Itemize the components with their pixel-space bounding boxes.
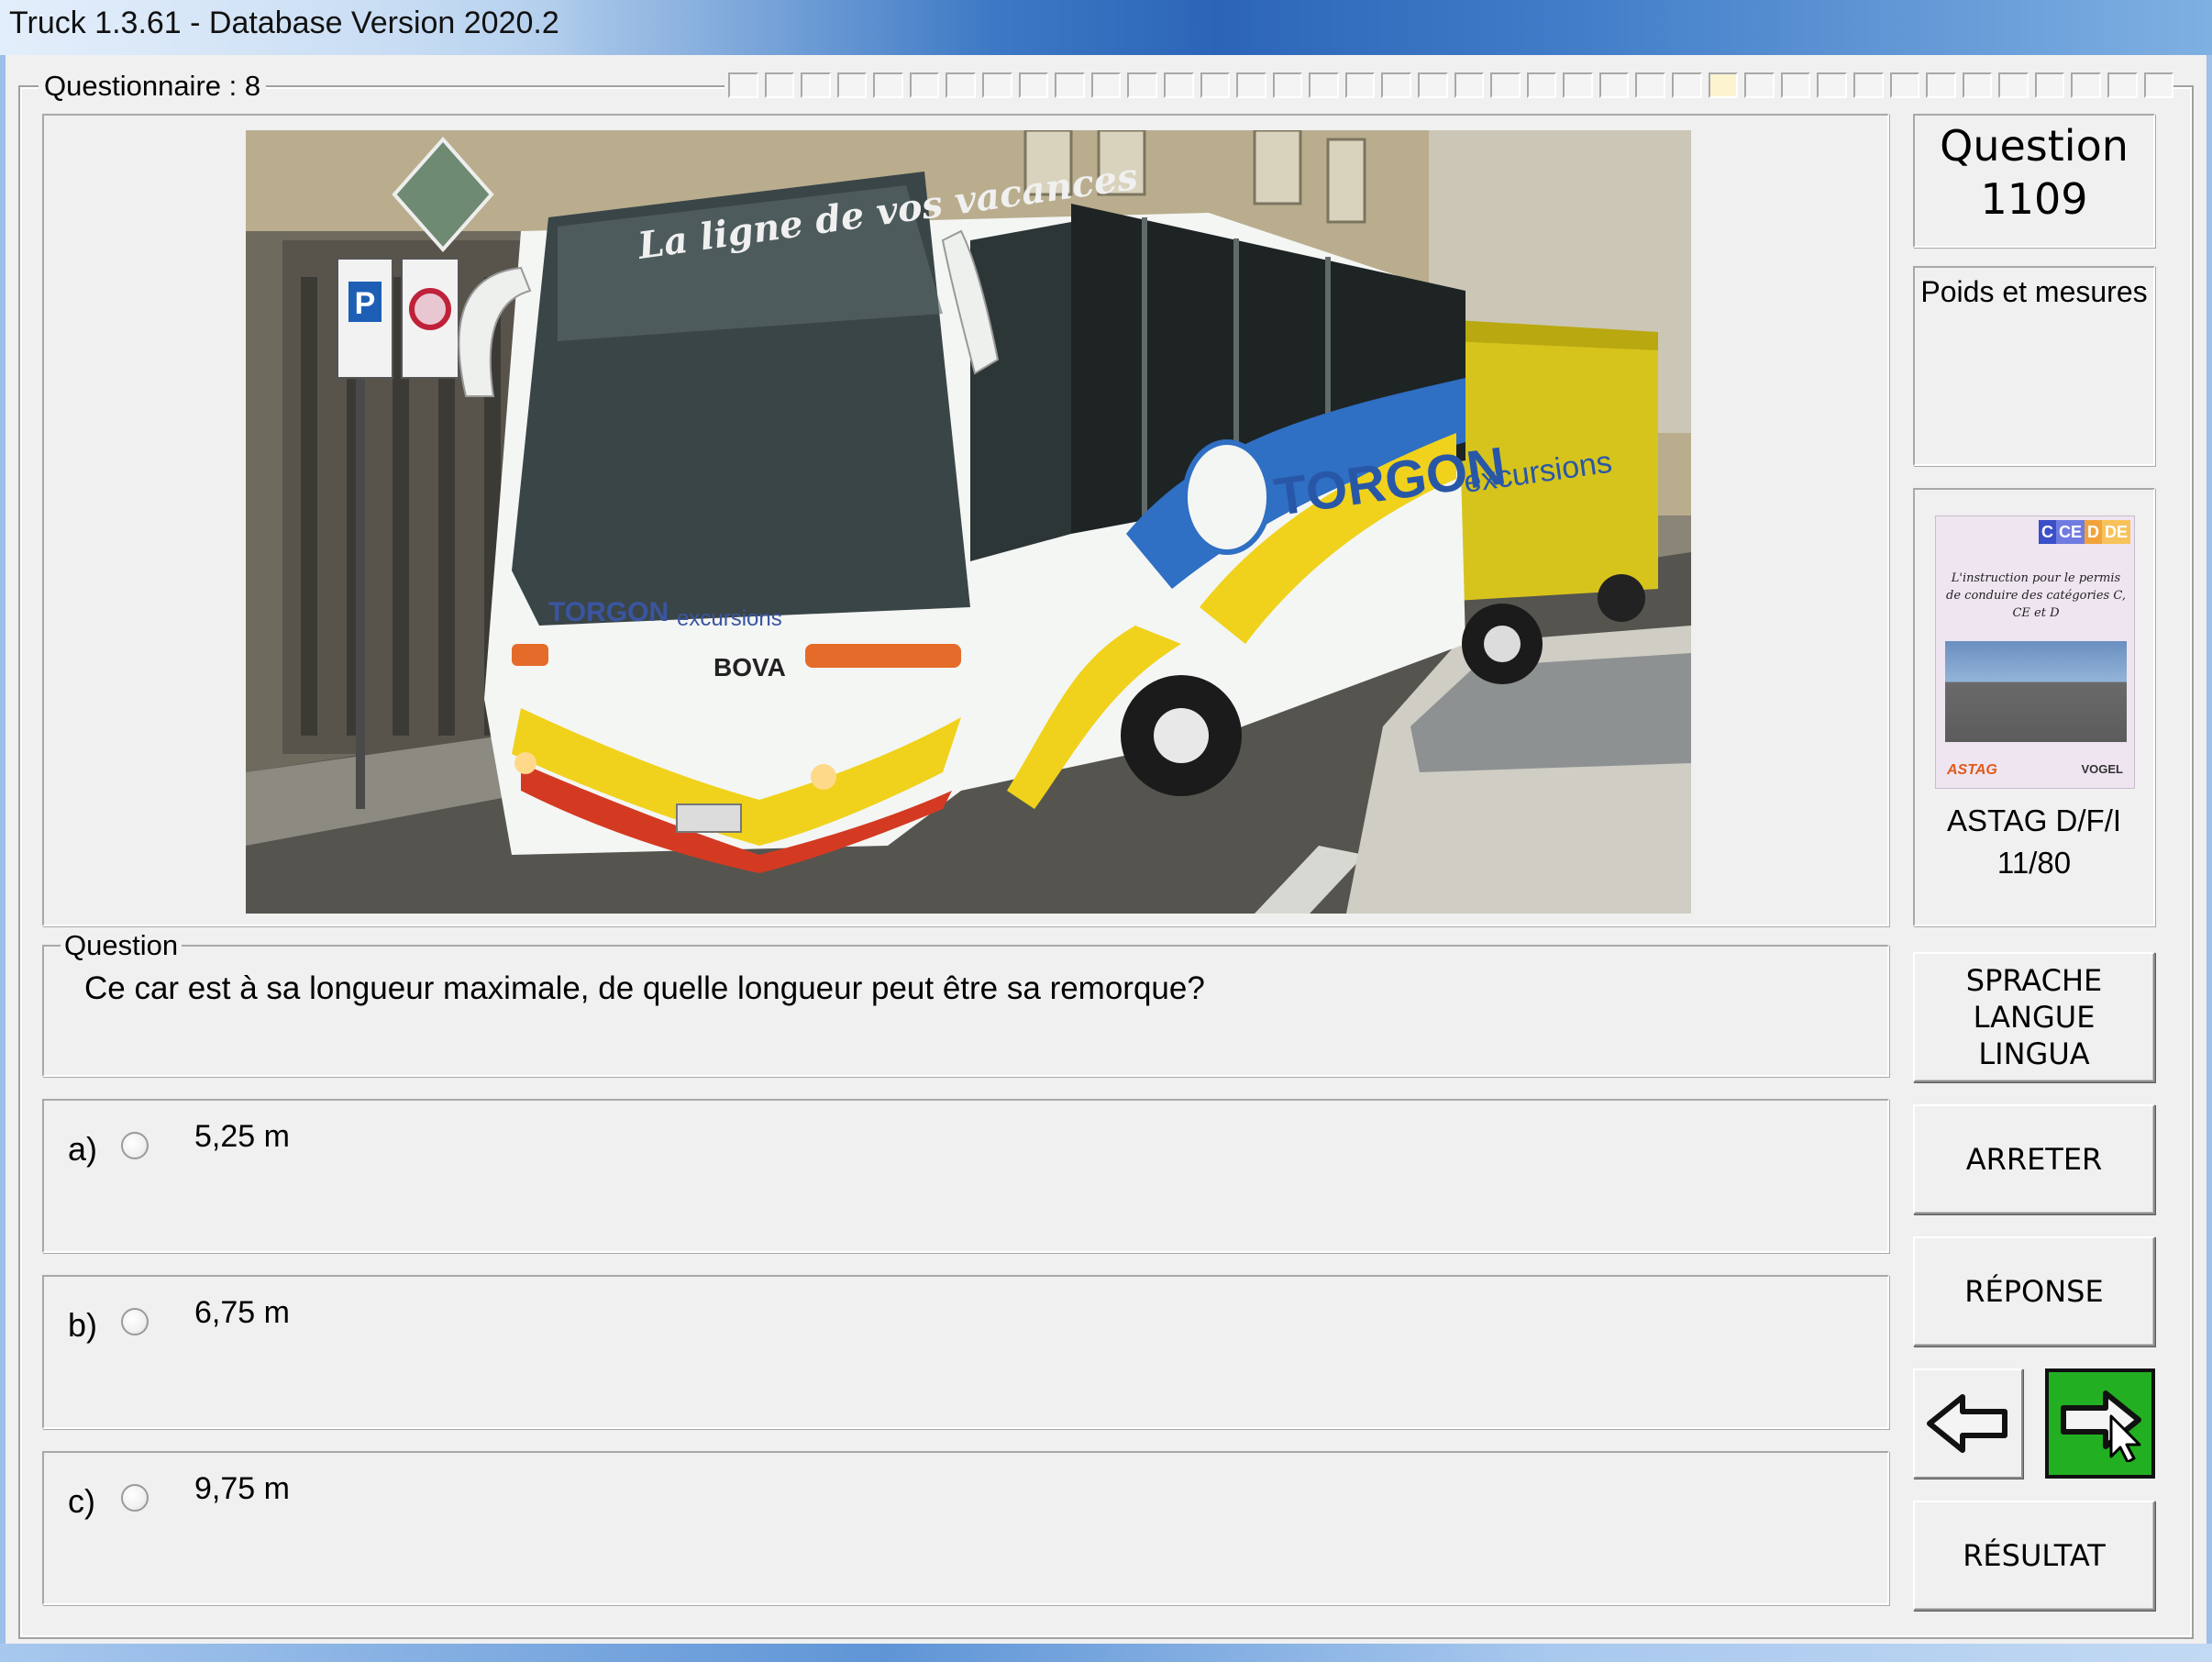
progress-cell [2107, 72, 2138, 98]
book-category-badge: D [2084, 520, 2102, 544]
progress-cell [1163, 72, 1194, 98]
book-caption: ASTAG D/F/I [1946, 803, 2122, 837]
progress-cell [1272, 72, 1303, 98]
previous-button[interactable] [1913, 1368, 2023, 1479]
progress-cell [1526, 72, 1557, 98]
answer-text-b[interactable]: 6,75 m [194, 1295, 290, 1331]
progress-cell [946, 72, 977, 98]
book-cover-photo [1945, 641, 2127, 742]
answer-letter-c: c) [68, 1482, 95, 1520]
answer-text-a[interactable]: 5,25 m [194, 1119, 290, 1155]
parking-sign-letter: P [355, 286, 376, 321]
progress-cell [1926, 72, 1956, 98]
progress-cell [1998, 72, 2029, 98]
progress-cell [1744, 72, 1775, 98]
progress-cell [1344, 72, 1376, 98]
progress-bar [724, 72, 2174, 100]
question-panel [42, 945, 1889, 1077]
bus-front-brand: TORGON [548, 597, 669, 627]
bus-maker: BOVA [713, 653, 786, 681]
arrow-left-icon [1927, 1394, 2007, 1453]
category-text: Poids et mesures [1920, 275, 2148, 308]
progress-cell [1962, 72, 1993, 98]
language-line-3: LINGUA [1978, 1036, 2090, 1071]
question-photo: P La ligne de vos vacances TORGON excurs… [246, 130, 1691, 914]
progress-cell [909, 72, 940, 98]
progress-cell [1200, 72, 1231, 98]
progress-cell [2034, 72, 2065, 98]
progress-cell [2071, 72, 2101, 98]
progress-cell [1454, 72, 1485, 98]
language-button[interactable]: SPRACHE LANGUE LINGUA [1913, 952, 2155, 1082]
answer-panel-a[interactable] [42, 1099, 1889, 1253]
question-legend: Question [61, 929, 182, 962]
questionnaire-label: Questionnaire : 8 [39, 70, 267, 103]
language-line-1: SPRACHE [1965, 963, 2103, 998]
next-button[interactable] [2045, 1368, 2155, 1479]
language-line-2: LANGUE [1973, 1000, 2096, 1035]
answer-radio-c[interactable] [121, 1484, 149, 1512]
progress-cell [2143, 72, 2174, 98]
progress-cell [982, 72, 1012, 98]
answer-button[interactable]: RÉPONSE [1913, 1236, 2155, 1346]
progress-cell [1635, 72, 1666, 98]
book-category-badge: CE [2055, 520, 2085, 544]
progress-cell [1853, 72, 1884, 98]
book-logo-astag: ASTAG [1947, 762, 1997, 778]
stop-button[interactable]: ARRETER [1913, 1104, 2155, 1214]
progress-cell [1672, 72, 1702, 98]
window-frame-left [0, 55, 6, 1662]
progress-cell [1817, 72, 1847, 98]
progress-cell [1381, 72, 1411, 98]
progress-cell [1563, 72, 1593, 98]
progress-cell [1309, 72, 1339, 98]
progress-cell [1090, 72, 1122, 98]
arrow-right-icon [2061, 1391, 2141, 1462]
progress-cell [764, 72, 795, 98]
progress-cell [873, 72, 903, 98]
progress-cell [1889, 72, 1920, 98]
question-number-label: Question [1940, 121, 2129, 171]
book-category-badges: C CE D DE [2038, 520, 2130, 544]
answer-radio-b[interactable] [121, 1308, 149, 1335]
progress-cell [1780, 72, 1811, 98]
question-text: Ce car est à sa longueur maximale, de qu… [84, 970, 1205, 1006]
window-frame-bottom [0, 1644, 2212, 1662]
book-page: 11/80 [1996, 846, 2072, 880]
book-cover-image: C CE D DE L'instruction pour le permis de c… [1935, 515, 2135, 789]
window-title: Truck 1.3.61 - Database Version 2020.2 [9, 6, 559, 40]
window-frame-right [2206, 55, 2212, 1662]
progress-cell [1018, 72, 1049, 98]
title-bar[interactable]: Truck 1.3.61 - Database Version 2020.2 [0, 0, 2212, 55]
progress-cell [1708, 72, 1739, 98]
answer-radio-a[interactable] [121, 1132, 149, 1159]
progress-cell [1417, 72, 1448, 98]
bus-front-brand-sub: excursions [677, 606, 782, 631]
progress-cell [1490, 72, 1521, 98]
answer-text-c[interactable]: 9,75 m [194, 1471, 290, 1507]
progress-cell [1127, 72, 1157, 98]
answer-panel-c[interactable] [42, 1451, 1889, 1605]
book-category-badge: DE [2101, 520, 2130, 544]
answer-panel-b[interactable] [42, 1275, 1889, 1429]
progress-cell [728, 72, 758, 98]
progress-cell [1055, 72, 1085, 98]
book-category-badge: C [2038, 520, 2056, 544]
progress-cell [1236, 72, 1266, 98]
progress-cell [836, 72, 868, 98]
progress-cell [1598, 72, 1630, 98]
book-logo-vogel: VOGEL [2081, 762, 2123, 776]
result-button[interactable]: RÉSULTAT [1913, 1501, 2155, 1611]
answer-letter-a: a) [68, 1130, 98, 1168]
answer-letter-b: b) [68, 1306, 98, 1344]
progress-cell [801, 72, 831, 98]
question-number-value: 1109 [1980, 174, 2088, 224]
book-cover-text: L'instruction pour le permis de conduire… [1946, 571, 2126, 620]
